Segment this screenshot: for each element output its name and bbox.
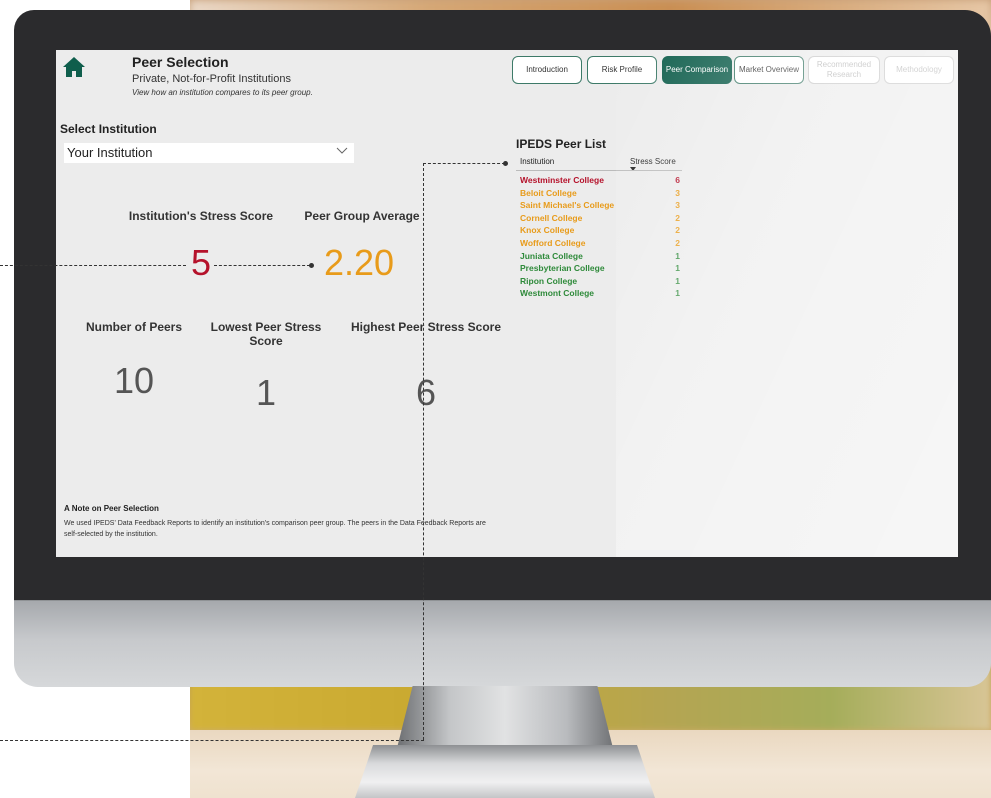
- nav-peer-comparison-button[interactable]: Peer Comparison: [662, 56, 732, 84]
- peer-score: 1: [675, 263, 680, 274]
- peer-list-row[interactable]: Juniata College 1: [520, 251, 680, 263]
- peer-list-divider: [516, 170, 682, 171]
- peer-list-row[interactable]: Beloit College 3: [520, 188, 680, 200]
- highest-peer-score-label: Highest Peer Stress Score: [350, 320, 502, 334]
- peer-score: 2: [675, 225, 680, 236]
- note-text: We used IPEDS' Data Feedback Reports to …: [64, 520, 486, 538]
- peer-score: 6: [675, 175, 680, 185]
- stress-score-value: 5: [190, 242, 212, 283]
- lowest-peer-score-label: Lowest Peer Stress Score: [210, 320, 322, 348]
- highest-peer-score-value: 6: [415, 372, 437, 413]
- connector-line-vertical: [423, 163, 424, 740]
- peer-name: Presbyterian College: [520, 263, 605, 274]
- page-description: View how an institution compares to its …: [132, 88, 313, 97]
- nav-market-overview-button[interactable]: Market Overview: [734, 56, 804, 84]
- number-of-peers-label: Number of Peers: [85, 320, 183, 334]
- peer-score: 1: [675, 288, 680, 299]
- institution-select-value: Your Institution: [67, 145, 153, 160]
- peer-list-row[interactable]: Westminster College 6: [520, 175, 680, 187]
- page-subtitle: Private, Not-for-Profit Institutions: [132, 73, 291, 85]
- peer-list-row[interactable]: Presbyterian College 1: [520, 263, 680, 275]
- nav-recommended-research-button[interactable]: Recommended Research: [808, 56, 880, 84]
- connector-line-bottom: [0, 740, 424, 741]
- peer-name: Saint Michael's College: [520, 200, 615, 211]
- peer-list-row[interactable]: Wofford College 2: [520, 238, 680, 250]
- connector-line-left: [0, 265, 186, 266]
- connector-line-peerlist: [423, 163, 505, 164]
- monitor-stand-base: [355, 745, 655, 798]
- peer-average-label: Peer Group Average: [304, 209, 420, 223]
- chevron-down-icon: [336, 147, 348, 154]
- peer-name: Knox College: [520, 225, 575, 236]
- institution-select[interactable]: Your Institution: [64, 143, 354, 163]
- note-title: A Note on Peer Selection: [64, 504, 159, 513]
- peer-list-row[interactable]: Cornell College 2: [520, 213, 680, 225]
- peer-score: 1: [675, 250, 680, 261]
- number-of-peers-value: 10: [113, 360, 155, 401]
- lowest-peer-score-value: 1: [255, 372, 277, 413]
- peer-name: Westmont College: [520, 288, 594, 299]
- peer-score: 2: [675, 238, 680, 248]
- peer-name: Beloit College: [520, 187, 577, 198]
- page-title: Peer Selection: [132, 54, 229, 70]
- dashboard-screen: Peer Selection Private, Not-for-Profit I…: [56, 50, 958, 557]
- screen-glare: [616, 50, 958, 557]
- connector-line-mid: [214, 265, 310, 266]
- nav-risk-profile-button[interactable]: Risk Profile: [587, 56, 657, 84]
- peer-list-score-header[interactable]: Stress Score: [630, 157, 676, 166]
- peer-name: Westminster College: [520, 175, 604, 185]
- peer-name: Juniata College: [520, 250, 583, 261]
- connector-dot-mid: [309, 263, 314, 268]
- peer-name: Wofford College: [520, 238, 586, 248]
- peer-name: Ripon College: [520, 275, 578, 286]
- monitor-chin: [14, 600, 991, 687]
- peer-list-row[interactable]: Ripon College 1: [520, 276, 680, 288]
- select-institution-label: Select Institution: [60, 122, 157, 136]
- peer-list-row[interactable]: Saint Michael's College 3: [520, 200, 680, 212]
- connector-dot-peerlist: [503, 161, 508, 166]
- peer-list-institution-header[interactable]: Institution: [520, 157, 554, 166]
- peer-list-row[interactable]: Knox College 2: [520, 225, 680, 237]
- nav-methodology-button[interactable]: Methodology: [884, 56, 954, 84]
- stress-score-label: Institution's Stress Score: [128, 209, 274, 223]
- nav-introduction-button[interactable]: Introduction: [512, 56, 582, 84]
- peer-score: 1: [675, 275, 680, 286]
- peer-average-value: 2.20: [323, 242, 395, 283]
- home-icon[interactable]: [62, 56, 86, 78]
- peer-list-row[interactable]: Westmont College 1: [520, 288, 680, 300]
- peer-score: 2: [675, 212, 680, 223]
- peer-list-title: IPEDS Peer List: [516, 137, 607, 151]
- peer-name: Cornell College: [520, 212, 583, 223]
- peer-score: 3: [675, 200, 680, 211]
- peer-score: 3: [675, 187, 680, 198]
